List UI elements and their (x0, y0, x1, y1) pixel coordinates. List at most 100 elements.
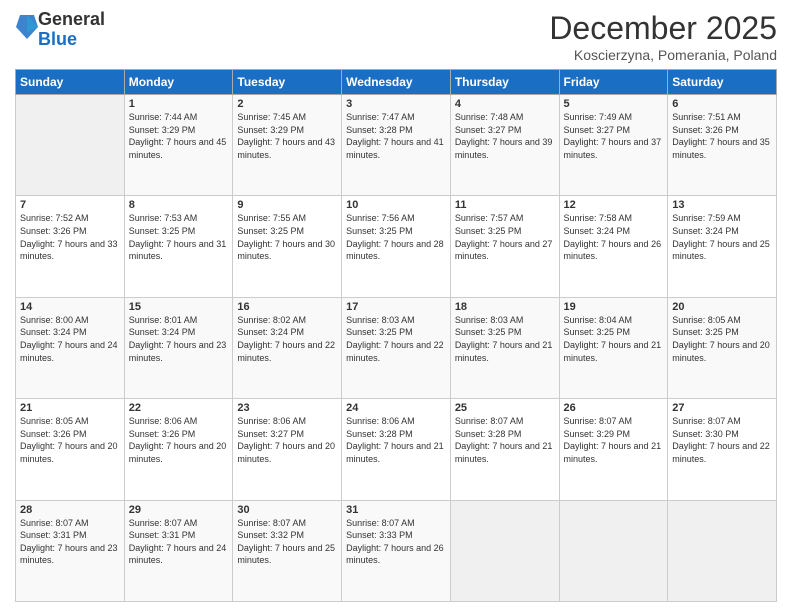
day-number: 14 (20, 301, 120, 313)
col-thursday: Thursday (450, 70, 559, 95)
day-number: 16 (237, 301, 337, 313)
day-info: Sunrise: 7:44 AMSunset: 3:29 PMDaylight:… (129, 111, 229, 161)
day-info: Sunrise: 8:05 AMSunset: 3:25 PMDaylight:… (672, 314, 772, 364)
page: General Blue December 2025 Koscierzyna, … (0, 0, 792, 612)
day-number: 26 (564, 402, 664, 414)
table-row: 16Sunrise: 8:02 AMSunset: 3:24 PMDayligh… (233, 297, 342, 398)
table-row: 28Sunrise: 8:07 AMSunset: 3:31 PMDayligh… (16, 500, 125, 601)
table-row: 1Sunrise: 7:44 AMSunset: 3:29 PMDaylight… (124, 95, 233, 196)
day-info: Sunrise: 7:53 AMSunset: 3:25 PMDaylight:… (129, 212, 229, 262)
day-number: 15 (129, 301, 229, 313)
day-number: 12 (564, 199, 664, 211)
day-info: Sunrise: 7:55 AMSunset: 3:25 PMDaylight:… (237, 212, 337, 262)
logo-blue-text: Blue (38, 29, 77, 49)
day-number: 7 (20, 199, 120, 211)
table-row: 20Sunrise: 8:05 AMSunset: 3:25 PMDayligh… (668, 297, 777, 398)
table-row (16, 95, 125, 196)
calendar-week-2: 14Sunrise: 8:00 AMSunset: 3:24 PMDayligh… (16, 297, 777, 398)
table-row: 29Sunrise: 8:07 AMSunset: 3:31 PMDayligh… (124, 500, 233, 601)
calendar-week-0: 1Sunrise: 7:44 AMSunset: 3:29 PMDaylight… (16, 95, 777, 196)
table-row: 21Sunrise: 8:05 AMSunset: 3:26 PMDayligh… (16, 399, 125, 500)
day-info: Sunrise: 7:48 AMSunset: 3:27 PMDaylight:… (455, 111, 555, 161)
table-row: 27Sunrise: 8:07 AMSunset: 3:30 PMDayligh… (668, 399, 777, 500)
day-number: 11 (455, 199, 555, 211)
table-row: 7Sunrise: 7:52 AMSunset: 3:26 PMDaylight… (16, 196, 125, 297)
day-info: Sunrise: 8:07 AMSunset: 3:32 PMDaylight:… (237, 517, 337, 567)
table-row (450, 500, 559, 601)
day-info: Sunrise: 8:07 AMSunset: 3:33 PMDaylight:… (346, 517, 446, 567)
day-info: Sunrise: 8:03 AMSunset: 3:25 PMDaylight:… (346, 314, 446, 364)
day-number: 17 (346, 301, 446, 313)
table-row: 15Sunrise: 8:01 AMSunset: 3:24 PMDayligh… (124, 297, 233, 398)
header: General Blue December 2025 Koscierzyna, … (15, 10, 777, 63)
day-number: 27 (672, 402, 772, 414)
day-info: Sunrise: 8:03 AMSunset: 3:25 PMDaylight:… (455, 314, 555, 364)
table-row: 6Sunrise: 7:51 AMSunset: 3:26 PMDaylight… (668, 95, 777, 196)
day-number: 19 (564, 301, 664, 313)
day-info: Sunrise: 7:59 AMSunset: 3:24 PMDaylight:… (672, 212, 772, 262)
table-row: 10Sunrise: 7:56 AMSunset: 3:25 PMDayligh… (342, 196, 451, 297)
title-section: December 2025 Koscierzyna, Pomerania, Po… (549, 10, 777, 63)
calendar-table: Sunday Monday Tuesday Wednesday Thursday… (15, 69, 777, 602)
table-row (559, 500, 668, 601)
logo-general-text: General (38, 9, 105, 29)
col-saturday: Saturday (668, 70, 777, 95)
day-info: Sunrise: 8:05 AMSunset: 3:26 PMDaylight:… (20, 415, 120, 465)
table-row: 14Sunrise: 8:00 AMSunset: 3:24 PMDayligh… (16, 297, 125, 398)
table-row: 26Sunrise: 8:07 AMSunset: 3:29 PMDayligh… (559, 399, 668, 500)
day-info: Sunrise: 7:51 AMSunset: 3:26 PMDaylight:… (672, 111, 772, 161)
table-row: 18Sunrise: 8:03 AMSunset: 3:25 PMDayligh… (450, 297, 559, 398)
logo: General Blue (15, 10, 105, 50)
day-info: Sunrise: 8:06 AMSunset: 3:26 PMDaylight:… (129, 415, 229, 465)
day-number: 30 (237, 504, 337, 516)
col-tuesday: Tuesday (233, 70, 342, 95)
table-row: 25Sunrise: 8:07 AMSunset: 3:28 PMDayligh… (450, 399, 559, 500)
day-number: 31 (346, 504, 446, 516)
logo-icon (16, 13, 38, 41)
table-row: 2Sunrise: 7:45 AMSunset: 3:29 PMDaylight… (233, 95, 342, 196)
day-info: Sunrise: 7:52 AMSunset: 3:26 PMDaylight:… (20, 212, 120, 262)
col-wednesday: Wednesday (342, 70, 451, 95)
day-info: Sunrise: 8:07 AMSunset: 3:31 PMDaylight:… (129, 517, 229, 567)
table-row: 11Sunrise: 7:57 AMSunset: 3:25 PMDayligh… (450, 196, 559, 297)
table-row: 5Sunrise: 7:49 AMSunset: 3:27 PMDaylight… (559, 95, 668, 196)
day-number: 28 (20, 504, 120, 516)
table-row: 4Sunrise: 7:48 AMSunset: 3:27 PMDaylight… (450, 95, 559, 196)
day-number: 23 (237, 402, 337, 414)
col-sunday: Sunday (16, 70, 125, 95)
table-row: 17Sunrise: 8:03 AMSunset: 3:25 PMDayligh… (342, 297, 451, 398)
table-row: 3Sunrise: 7:47 AMSunset: 3:28 PMDaylight… (342, 95, 451, 196)
day-number: 13 (672, 199, 772, 211)
day-number: 1 (129, 98, 229, 110)
table-row: 24Sunrise: 8:06 AMSunset: 3:28 PMDayligh… (342, 399, 451, 500)
table-row: 30Sunrise: 8:07 AMSunset: 3:32 PMDayligh… (233, 500, 342, 601)
day-number: 18 (455, 301, 555, 313)
day-info: Sunrise: 8:07 AMSunset: 3:31 PMDaylight:… (20, 517, 120, 567)
calendar-week-3: 21Sunrise: 8:05 AMSunset: 3:26 PMDayligh… (16, 399, 777, 500)
table-row: 12Sunrise: 7:58 AMSunset: 3:24 PMDayligh… (559, 196, 668, 297)
day-number: 20 (672, 301, 772, 313)
day-info: Sunrise: 8:07 AMSunset: 3:30 PMDaylight:… (672, 415, 772, 465)
table-row: 19Sunrise: 8:04 AMSunset: 3:25 PMDayligh… (559, 297, 668, 398)
day-info: Sunrise: 8:02 AMSunset: 3:24 PMDaylight:… (237, 314, 337, 364)
header-row: Sunday Monday Tuesday Wednesday Thursday… (16, 70, 777, 95)
day-info: Sunrise: 7:47 AMSunset: 3:28 PMDaylight:… (346, 111, 446, 161)
day-info: Sunrise: 7:57 AMSunset: 3:25 PMDaylight:… (455, 212, 555, 262)
day-number: 24 (346, 402, 446, 414)
col-monday: Monday (124, 70, 233, 95)
day-number: 29 (129, 504, 229, 516)
location: Koscierzyna, Pomerania, Poland (549, 47, 777, 63)
table-row: 31Sunrise: 8:07 AMSunset: 3:33 PMDayligh… (342, 500, 451, 601)
day-info: Sunrise: 8:06 AMSunset: 3:27 PMDaylight:… (237, 415, 337, 465)
day-info: Sunrise: 7:49 AMSunset: 3:27 PMDaylight:… (564, 111, 664, 161)
table-row: 8Sunrise: 7:53 AMSunset: 3:25 PMDaylight… (124, 196, 233, 297)
day-info: Sunrise: 7:45 AMSunset: 3:29 PMDaylight:… (237, 111, 337, 161)
calendar-week-4: 28Sunrise: 8:07 AMSunset: 3:31 PMDayligh… (16, 500, 777, 601)
table-row: 22Sunrise: 8:06 AMSunset: 3:26 PMDayligh… (124, 399, 233, 500)
table-row: 23Sunrise: 8:06 AMSunset: 3:27 PMDayligh… (233, 399, 342, 500)
day-info: Sunrise: 8:07 AMSunset: 3:29 PMDaylight:… (564, 415, 664, 465)
day-info: Sunrise: 8:01 AMSunset: 3:24 PMDaylight:… (129, 314, 229, 364)
day-number: 5 (564, 98, 664, 110)
day-info: Sunrise: 8:06 AMSunset: 3:28 PMDaylight:… (346, 415, 446, 465)
day-number: 22 (129, 402, 229, 414)
